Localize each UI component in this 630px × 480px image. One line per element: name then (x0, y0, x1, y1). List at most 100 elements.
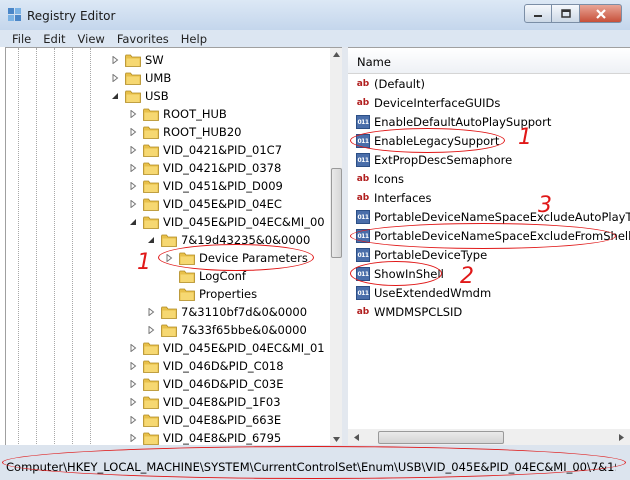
menu-help[interactable]: Help (175, 30, 213, 47)
tree-node[interactable]: 7&33f65bbe&0&0000 (146, 321, 307, 339)
tree-node[interactable]: Properties (164, 285, 257, 303)
collapsed-arrow-icon[interactable] (128, 416, 137, 425)
registry-value-row[interactable]: ab WMDMSPCLSID (356, 303, 463, 321)
tree-node[interactable]: VID_046D&PID_C018 (128, 357, 284, 375)
registry-value-row[interactable]: 011 EnableLegacySupport (356, 132, 499, 150)
collapsed-arrow-icon[interactable] (164, 254, 173, 263)
folder-icon (143, 432, 159, 445)
collapsed-arrow-icon[interactable] (128, 128, 137, 137)
string-value-icon: ab (356, 98, 370, 108)
registry-value-row[interactable]: ab Interfaces (356, 189, 432, 207)
tree-node[interactable]: VID_0451&PID_D009 (128, 177, 283, 195)
registry-value-name: ExtPropDescSemaphore (374, 153, 513, 167)
folder-icon (143, 342, 159, 355)
collapsed-arrow-icon[interactable] (128, 182, 137, 191)
tree-node[interactable]: ROOT_HUB (128, 105, 227, 123)
collapsed-arrow-icon[interactable] (128, 200, 137, 209)
column-header-name[interactable]: Name (348, 48, 630, 74)
collapsed-arrow-icon[interactable] (128, 398, 137, 407)
binary-value-icon: 011 (356, 115, 370, 129)
collapsed-arrow-icon[interactable] (146, 308, 155, 317)
tree-scroll-thumb[interactable] (331, 168, 342, 258)
registry-value-name: Interfaces (374, 191, 432, 205)
registry-value-row[interactable]: ab DeviceInterfaceGUIDs (356, 94, 501, 112)
tree-node[interactable]: USB (110, 87, 169, 105)
expanded-arrow-icon[interactable] (128, 218, 137, 227)
tree-node-label: SW (145, 53, 164, 67)
registry-value-name: (Default) (374, 77, 425, 91)
tree-node[interactable]: VID_045E&PID_04EC&MI_00 (128, 213, 325, 231)
values-scroll-thumb[interactable] (378, 431, 504, 444)
tree-node[interactable]: VID_045E&PID_04EC&MI_01 (128, 339, 325, 357)
menu-edit[interactable]: Edit (37, 30, 71, 47)
tree-node[interactable]: ROOT_HUB20 (128, 123, 241, 141)
registry-value-row[interactable]: 011 ShowInShell (356, 265, 444, 283)
collapsed-arrow-icon[interactable] (128, 344, 137, 353)
tree-node[interactable]: Device Parameters (164, 249, 308, 267)
tree-node-label: VID_04E8&PID_6795 (163, 431, 282, 445)
tree-node[interactable]: VID_0421&PID_01C7 (128, 141, 282, 159)
tree-node-label: Device Parameters (199, 251, 308, 265)
values-horizontal-scrollbar[interactable] (348, 429, 630, 446)
collapsed-arrow-icon[interactable] (128, 110, 137, 119)
registry-editor-icon (8, 8, 21, 21)
binary-value-icon: 011 (356, 134, 370, 148)
registry-value-row[interactable]: 011 PortableDeviceNameSpaceExcludeFromShe… (356, 227, 630, 245)
collapsed-arrow-icon[interactable] (128, 146, 137, 155)
tree-node[interactable]: UMB (110, 69, 171, 87)
scroll-left-arrow[interactable] (350, 431, 363, 444)
annotation-number: 1 (518, 125, 532, 150)
minimize-button[interactable] (524, 4, 552, 23)
registry-value-row[interactable]: 011 ExtPropDescSemaphore (356, 151, 512, 169)
registry-value-row[interactable]: ab Icons (356, 170, 404, 188)
expanded-arrow-icon[interactable] (146, 236, 155, 245)
tree-node[interactable]: 7&3110bf7d&0&0000 (146, 303, 307, 321)
tree-node[interactable]: VID_04E8&PID_6795 (128, 429, 281, 446)
close-icon (595, 8, 606, 19)
folder-icon (179, 270, 195, 283)
collapsed-arrow-icon[interactable] (146, 326, 155, 335)
collapsed-arrow-icon[interactable] (128, 362, 137, 371)
tree-node[interactable]: VID_046D&PID_C03E (128, 375, 284, 393)
tree-node[interactable]: VID_04E8&PID_1F03 (128, 393, 281, 411)
collapsed-arrow-icon[interactable] (128, 434, 137, 443)
registry-value-row[interactable]: ab (Default) (356, 75, 425, 93)
tree-node-label: 7&33f65bbe&0&0000 (181, 323, 307, 337)
tree-node[interactable]: VID_04E8&PID_663E (128, 411, 281, 429)
tree-node-label: VID_045E&PID_04EC&MI_00 (163, 215, 325, 229)
menu-bar: File Edit View Favorites Help (0, 30, 630, 47)
tree-node[interactable]: VID_045E&PID_04EC (128, 195, 282, 213)
collapsed-arrow-icon[interactable] (128, 380, 137, 389)
tree-node-label: VID_04E8&PID_1F03 (163, 395, 281, 409)
menu-view[interactable]: View (72, 30, 111, 47)
tree-node-label: VID_046D&PID_C018 (163, 359, 284, 373)
menu-file[interactable]: File (6, 30, 37, 47)
registry-tree[interactable]: SW UMB USB ROOT_HUB ROOT_HUB20 VID_0421&PID_0… (5, 47, 343, 446)
binary-value-icon: 011 (356, 286, 370, 300)
annotation-number: 1 (137, 250, 151, 275)
scroll-right-arrow[interactable] (615, 431, 628, 444)
binary-value-icon: 011 (356, 210, 370, 224)
title-bar[interactable]: Registry Editor (0, 0, 630, 30)
collapsed-arrow-icon[interactable] (110, 74, 119, 83)
values-list[interactable]: Name ab (Default) ab DeviceInterfaceGUIDs 01… (348, 47, 630, 446)
collapsed-arrow-icon[interactable] (110, 56, 119, 65)
close-button[interactable] (580, 4, 622, 23)
tree-node[interactable]: LogConf (164, 267, 246, 285)
registry-value-row[interactable]: 011 PortableDeviceType (356, 246, 487, 264)
collapsed-arrow-icon[interactable] (128, 164, 137, 173)
folder-icon (179, 252, 195, 265)
folder-icon (143, 198, 159, 211)
tree-node-label: ROOT_HUB (163, 107, 227, 121)
expanded-arrow-icon[interactable] (110, 92, 119, 101)
tree-node[interactable]: 7&19d43235&0&0000 (146, 231, 310, 249)
registry-value-name: Icons (374, 172, 405, 186)
menu-favorites[interactable]: Favorites (111, 30, 175, 47)
folder-icon (143, 414, 159, 427)
maximize-button[interactable] (552, 4, 580, 23)
registry-value-row[interactable]: 011 PortableDeviceNameSpaceExcludeAutoPla… (356, 208, 630, 226)
folder-icon (143, 108, 159, 121)
tree-node-label: UMB (145, 71, 172, 85)
tree-node[interactable]: VID_0421&PID_0378 (128, 159, 281, 177)
tree-node[interactable]: SW (110, 51, 164, 69)
